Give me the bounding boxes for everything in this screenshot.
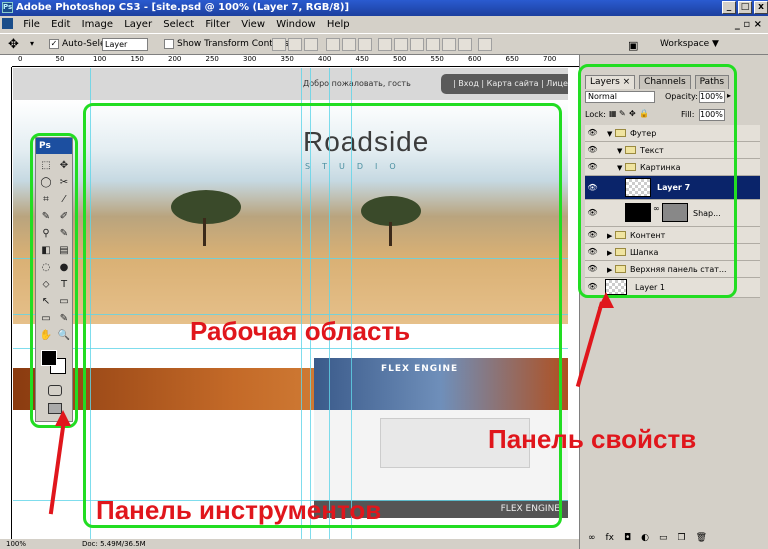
ruler-tick-label: 350 — [280, 55, 294, 63]
menu-view[interactable]: View — [237, 16, 269, 33]
properties-highlight-box — [578, 64, 737, 298]
adjustment-icon[interactable]: ◐ — [641, 533, 649, 545]
minimize-button[interactable]: _ — [722, 1, 736, 14]
vertical-ruler — [0, 67, 12, 539]
ruler-tick-label: 600 — [468, 55, 482, 63]
site-top-bar: Добро пожаловать, гость | Вход | Карта с… — [13, 68, 568, 100]
ruler-tick-label: 550 — [430, 55, 444, 63]
distribute-bottom-icon[interactable] — [410, 38, 424, 51]
doc-size: Doc: 5.49M/36.5M — [82, 540, 146, 548]
ruler-tick-label: 0 — [18, 55, 23, 63]
menu-image[interactable]: Image — [78, 16, 117, 33]
options-bar: ✥ ▾ ✓ Auto-Select: Layer Show Transform … — [0, 33, 768, 55]
tools-highlight-box — [30, 133, 78, 428]
ruler-tick-label: 150 — [130, 55, 144, 63]
auto-select-checkbox[interactable]: ✓ — [49, 39, 59, 49]
tools-arrowhead — [55, 410, 71, 426]
ruler-tick-label: 700 — [543, 55, 557, 63]
properties-annotation: Панель свойств — [488, 424, 697, 454]
document-icon — [2, 18, 13, 29]
auto-select-dropdown[interactable]: Layer — [102, 38, 148, 51]
welcome-text: Добро пожаловать, гость — [303, 79, 411, 88]
ruler-tick-label: 650 — [505, 55, 519, 63]
menu-layer[interactable]: Layer — [120, 16, 156, 33]
menu-select[interactable]: Select — [159, 16, 198, 33]
properties-arrowhead — [598, 292, 614, 308]
menu-window[interactable]: Window — [272, 16, 319, 33]
window-title: Adobe Photoshop CS3 - [site.psd @ 100% (… — [16, 2, 350, 13]
close-button[interactable]: x — [754, 1, 768, 14]
ruler-tick-label: 400 — [318, 55, 332, 63]
document-window-controls[interactable]: _ ▫ × — [735, 16, 762, 33]
distribute-vcenter-icon[interactable] — [394, 38, 408, 51]
mask-icon[interactable]: ◘ — [624, 533, 631, 545]
ruler-tick-label: 450 — [355, 55, 369, 63]
menu-filter[interactable]: Filter — [201, 16, 234, 33]
align-left-icon[interactable] — [326, 38, 340, 51]
menu-edit[interactable]: Edit — [47, 16, 74, 33]
workspace-button[interactable]: Workspace ▼ — [660, 34, 719, 54]
menu-file[interactable]: File — [19, 16, 44, 33]
new-layer-icon[interactable]: ❐ — [678, 533, 686, 545]
distribute-right-icon[interactable] — [458, 38, 472, 51]
layers-bottom-toolbar: ∞ fx ◘ ◐ ▭ ❐ 🗑 — [588, 533, 758, 545]
horizontal-ruler: 0 50 100 150 200 250 300 350 400 450 500 550 600 650 7… — [12, 55, 579, 67]
trash-icon[interactable]: 🗑 — [696, 533, 707, 545]
ruler-tick-label: 250 — [205, 55, 219, 63]
link-icon[interactable]: ∞ — [588, 533, 596, 545]
auto-align-icon[interactable] — [478, 38, 492, 51]
bridge-icon[interactable]: ▣ — [628, 36, 638, 56]
ruler-tick-label: 100 — [93, 55, 107, 63]
align-right-icon[interactable] — [358, 38, 372, 51]
app-icon: Ps — [2, 2, 13, 13]
distribute-top-icon[interactable] — [378, 38, 392, 51]
chevron-down-icon[interactable]: ▾ — [30, 34, 34, 54]
ruler-tick-label: 200 — [168, 55, 182, 63]
menu-help[interactable]: Help — [323, 16, 354, 33]
transform-controls-checkbox[interactable] — [164, 39, 174, 49]
ruler-tick-label: 500 — [393, 55, 407, 63]
align-top-icon[interactable] — [272, 38, 286, 51]
tools-annotation: Панель инструментов — [96, 495, 382, 525]
status-bar: 100% Doc: 5.49M/36.5M — [0, 539, 579, 549]
login-links: | Вход | Карта сайта | Лицензия — [441, 74, 568, 94]
workspace-annotation: Рабочая область — [190, 316, 411, 346]
distribute-hcenter-icon[interactable] — [442, 38, 456, 51]
move-tool-icon[interactable]: ✥ — [8, 35, 19, 55]
align-vcenter-icon[interactable] — [288, 38, 302, 51]
fx-icon[interactable]: fx — [606, 533, 615, 545]
align-bottom-icon[interactable] — [304, 38, 318, 51]
ruler-tick-label: 300 — [243, 55, 257, 63]
zoom-level[interactable]: 100% — [6, 539, 26, 549]
maximize-button[interactable]: □ — [738, 1, 752, 14]
align-hcenter-icon[interactable] — [342, 38, 356, 51]
folder-icon[interactable]: ▭ — [659, 533, 668, 545]
menu-bar: File Edit Image Layer Select Filter View… — [0, 16, 768, 33]
title-bar: Ps Adobe Photoshop CS3 - [site.psd @ 100… — [0, 0, 768, 16]
distribute-left-icon[interactable] — [426, 38, 440, 51]
ruler-tick-label: 50 — [55, 55, 65, 63]
